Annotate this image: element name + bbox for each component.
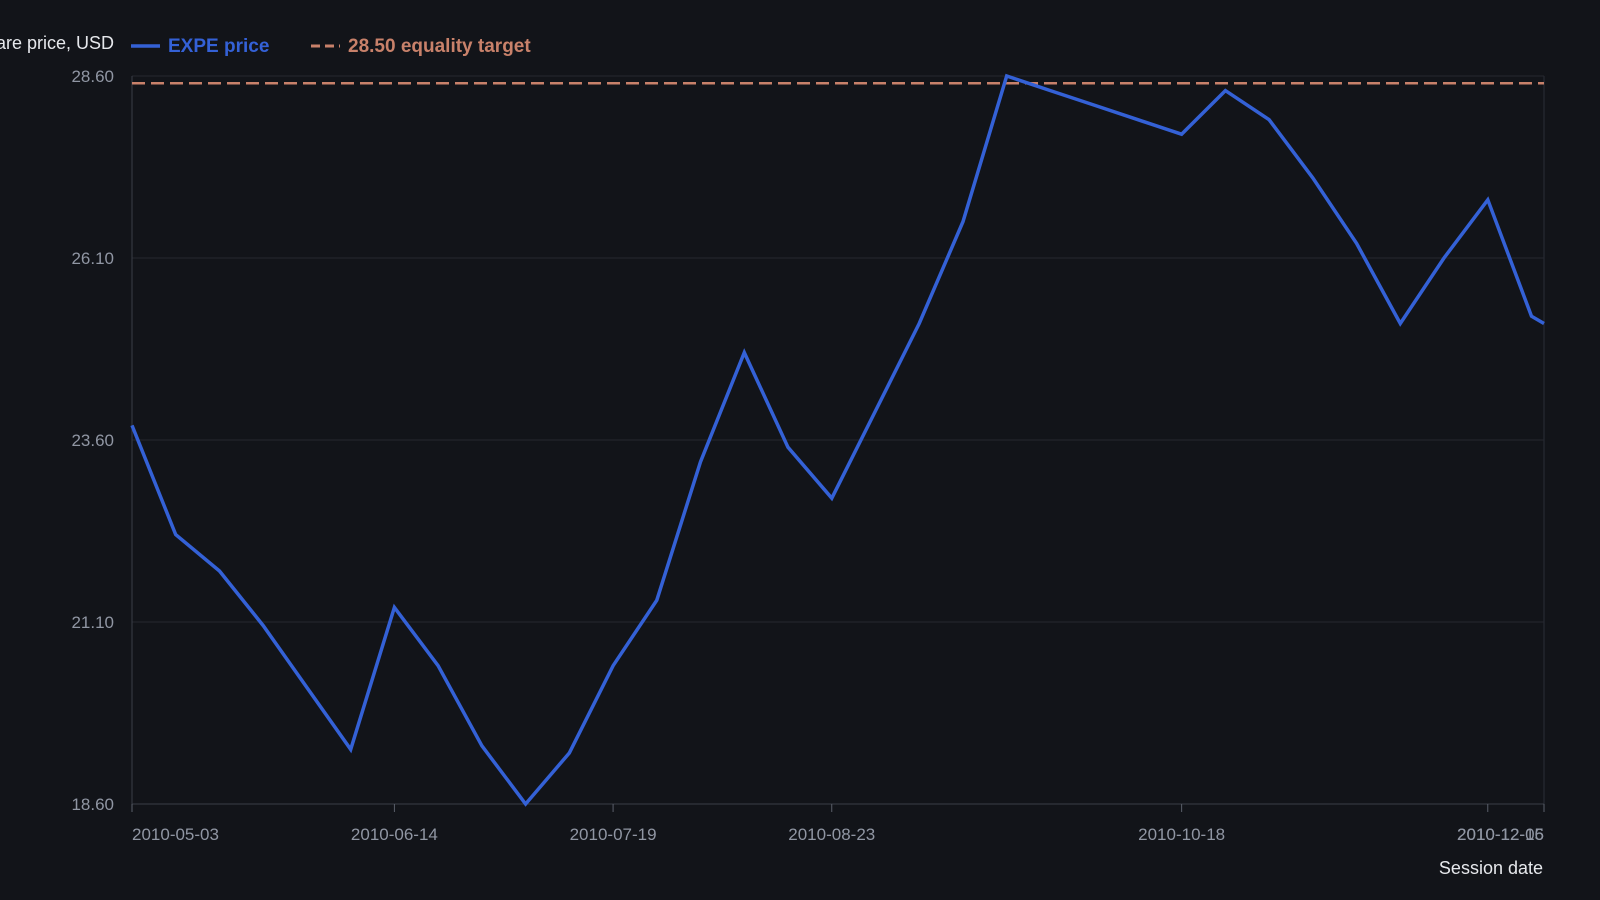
x-tick-label: 2010-08-23 <box>788 825 875 844</box>
y-tick-label: 28.60 <box>71 67 114 86</box>
y-axis-title: Share price, USD <box>0 33 114 53</box>
x-tick-label: 2010-12-15 <box>1457 825 1544 844</box>
y-tick-label: 23.60 <box>71 431 114 450</box>
legend-reference-label: 28.50 equality target <box>348 36 531 57</box>
x-tick-label: 2010-10-18 <box>1138 825 1225 844</box>
x-tick-label: 2010-06-14 <box>351 825 438 844</box>
x-tick-label: 2010-07-19 <box>570 825 657 844</box>
legend: Share price, USD EXPE price 28.50 equali… <box>0 33 531 57</box>
y-tick-label: 18.60 <box>71 795 114 814</box>
line-chart: 18.60 21.10 23.60 26.10 28.60 2010-05-03 2010-… <box>0 33 1545 878</box>
y-tick-label: 21.10 <box>71 613 114 632</box>
y-tick-label: 26.10 <box>71 249 114 268</box>
x-tick-label: 2010-05-03 <box>132 825 219 844</box>
grid-layer <box>132 75 1545 805</box>
chart-container: 18.60 21.10 23.60 26.10 28.60 2010-05-03 2010-… <box>0 0 1600 900</box>
axis-layer: 18.60 21.10 23.60 26.10 28.60 2010-05-03 2010-… <box>71 67 1545 844</box>
legend-series-label: EXPE price <box>168 36 269 57</box>
x-axis-title: Session date <box>1439 858 1543 878</box>
